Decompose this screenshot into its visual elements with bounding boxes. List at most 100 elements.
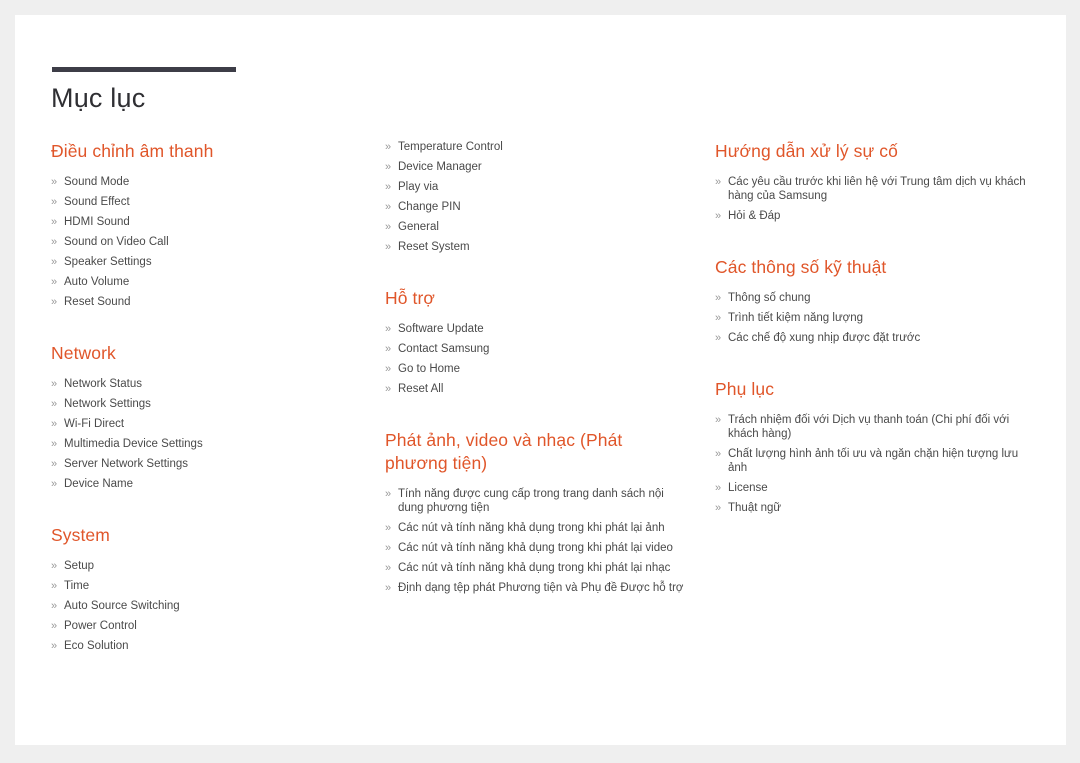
toc-entry[interactable]: » Sound Effect: [51, 195, 341, 209]
guillemet-bullet-icon: »: [51, 176, 58, 188]
toc-item-list: » Thông số chung » Trình tiết kiệm năng lượ…: [715, 291, 1033, 345]
guillemet-bullet-icon: »: [385, 221, 392, 233]
toc-entry[interactable]: » Sound Mode: [51, 175, 341, 189]
guillemet-bullet-icon: »: [51, 600, 58, 612]
guillemet-bullet-icon: »: [385, 542, 392, 554]
toc-item-list: » Sound Mode » Sound Effect » HDMI Sound » Soun…: [51, 175, 341, 309]
toc-entry[interactable]: » HDMI Sound: [51, 215, 341, 229]
toc-entry[interactable]: » Contact Samsung: [385, 342, 685, 356]
guillemet-bullet-icon: »: [715, 210, 722, 222]
toc-entry[interactable]: » Time: [51, 579, 341, 593]
toc-entry-label: Temperature Control: [398, 141, 503, 153]
toc-column-2: » Temperature Control » Device Manager » Play…: [385, 140, 685, 601]
toc-entry-label: Chất lượng hình ảnh tối ưu và ngăn chặn …: [728, 448, 1019, 474]
toc-entry[interactable]: » Trách nhiệm đối với Dịch vụ thanh toán …: [715, 413, 1033, 441]
toc-column-3: Hướng dẫn xử lý sự cố » Các yêu cầu trước …: [715, 140, 1033, 521]
toc-entry[interactable]: » Temperature Control: [385, 140, 685, 154]
guillemet-bullet-icon: »: [51, 216, 58, 228]
toc-entry[interactable]: » Các nút và tính năng khả dụng trong khi…: [385, 541, 685, 555]
toc-entry-label: Các nút và tính năng khả dụng trong khi …: [398, 542, 673, 554]
toc-entry[interactable]: » Các yêu cầu trước khi liên hệ với Trung…: [715, 175, 1033, 203]
page-title: Mục lục: [51, 83, 146, 113]
toc-entry-label: Trách nhiệm đối với Dịch vụ thanh toán (…: [728, 414, 1010, 440]
section-heading[interactable]: Hỗ trợ: [385, 287, 685, 310]
toc-entry[interactable]: » Reset All: [385, 382, 685, 396]
toc-entry[interactable]: » Trình tiết kiệm năng lượng: [715, 311, 1033, 325]
toc-section: Network» Network Status» Network Settings»…: [51, 342, 341, 491]
toc-entry[interactable]: » Eco Solution: [51, 639, 341, 653]
toc-entry[interactable]: » Thuật ngữ: [715, 501, 1033, 515]
toc-entry-label: Reset System: [398, 241, 470, 253]
toc-entry-label: Auto Volume: [64, 276, 130, 288]
toc-entry[interactable]: » Network Settings: [51, 397, 341, 411]
toc-section: Phát ảnh, video và nhạc (Phát phương tiệ…: [385, 429, 685, 595]
toc-entry[interactable]: » Setup: [51, 559, 341, 573]
toc-entry-label: Các chế độ xung nhịp được đặt trước: [728, 332, 921, 344]
toc-entry[interactable]: » Reset System: [385, 240, 685, 254]
guillemet-bullet-icon: »: [385, 363, 392, 375]
toc-entry-label: Multimedia Device Settings: [64, 438, 203, 450]
guillemet-bullet-icon: »: [385, 383, 392, 395]
toc-entry-label: Device Manager: [398, 161, 482, 173]
toc-entry-label: Server Network Settings: [64, 458, 188, 470]
toc-entry-label: Các nút và tính năng khả dụng trong khi …: [398, 522, 665, 534]
toc-entry[interactable]: » Speaker Settings: [51, 255, 341, 269]
toc-entry-label: Tính năng được cung cấp trong trang danh…: [398, 488, 664, 514]
toc-entry[interactable]: » Định dạng tệp phát Phương tiện và Phụ đ…: [385, 581, 685, 595]
guillemet-bullet-icon: »: [385, 582, 392, 594]
guillemet-bullet-icon: »: [51, 236, 58, 248]
toc-entry[interactable]: » Multimedia Device Settings: [51, 437, 341, 451]
section-heading[interactable]: System: [51, 524, 341, 547]
toc-item-list: » Các yêu cầu trước khi liên hệ với Trung…: [715, 175, 1033, 223]
section-heading[interactable]: Phụ lục: [715, 378, 1033, 401]
guillemet-bullet-icon: »: [715, 482, 722, 494]
toc-entry[interactable]: » Device Manager: [385, 160, 685, 174]
toc-entry[interactable]: » Network Status: [51, 377, 341, 391]
section-heading[interactable]: Các thông số kỹ thuật: [715, 256, 1033, 279]
toc-entry[interactable]: » Các nút và tính năng khả dụng trong khi…: [385, 521, 685, 535]
toc-entry[interactable]: » General: [385, 220, 685, 234]
toc-entry[interactable]: » Server Network Settings: [51, 457, 341, 471]
toc-entry[interactable]: » Auto Source Switching: [51, 599, 341, 613]
toc-entry[interactable]: » Auto Volume: [51, 275, 341, 289]
toc-entry[interactable]: » Thông số chung: [715, 291, 1033, 305]
section-heading[interactable]: Điều chỉnh âm thanh: [51, 140, 341, 163]
toc-entry-label: Play via: [398, 181, 439, 193]
toc-entry[interactable]: » Các nút và tính năng khả dụng trong khi…: [385, 561, 685, 575]
toc-entry[interactable]: » Play via: [385, 180, 685, 194]
toc-entry-label: Go to Home: [398, 363, 460, 375]
guillemet-bullet-icon: »: [51, 560, 58, 572]
document-page: Mục lục Điều chỉnh âm thanh » Sound Mode » S…: [15, 15, 1066, 745]
toc-entry[interactable]: » License: [715, 481, 1033, 495]
toc-entry[interactable]: » Software Update: [385, 322, 685, 336]
toc-entry-label: Trình tiết kiệm năng lượng: [728, 312, 863, 324]
toc-entry-label: Thông số chung: [728, 292, 811, 304]
toc-entry-label: Network Settings: [64, 398, 151, 410]
guillemet-bullet-icon: »: [51, 478, 58, 490]
toc-entry[interactable]: » Chất lượng hình ảnh tối ưu và ngăn chặn…: [715, 447, 1033, 475]
toc-entry[interactable]: » Reset Sound: [51, 295, 341, 309]
toc-entry[interactable]: » Device Name: [51, 477, 341, 491]
toc-section: System» Setup» Time» Auto Source Switching»…: [51, 524, 341, 653]
toc-entry[interactable]: » Go to Home: [385, 362, 685, 376]
toc-entry[interactable]: » Power Control: [51, 619, 341, 633]
toc-entry[interactable]: » Wi-Fi Direct: [51, 417, 341, 431]
guillemet-bullet-icon: »: [51, 580, 58, 592]
section-heading[interactable]: Phát ảnh, video và nhạc (Phát phương tiệ…: [385, 429, 685, 475]
toc-item-list: » Network Status » Network Settings » Wi-Fi D…: [51, 377, 341, 491]
toc-entry[interactable]: » Tính năng được cung cấp trong trang dan…: [385, 487, 685, 515]
toc-item-list: » Setup » Time » Auto Source Switching » Power …: [51, 559, 341, 653]
toc-entry-label: Time: [64, 580, 90, 592]
toc-entry[interactable]: » Change PIN: [385, 200, 685, 214]
section-heading[interactable]: Hướng dẫn xử lý sự cố: [715, 140, 1033, 163]
toc-item-list: » Tính năng được cung cấp trong trang dan…: [385, 487, 685, 595]
guillemet-bullet-icon: »: [385, 201, 392, 213]
guillemet-bullet-icon: »: [385, 343, 392, 355]
section-heading[interactable]: Network: [51, 342, 341, 365]
toc-entry[interactable]: » Các chế độ xung nhịp được đặt trước: [715, 331, 1033, 345]
toc-entry[interactable]: » Sound on Video Call: [51, 235, 341, 249]
guillemet-bullet-icon: »: [715, 502, 722, 514]
toc-entry-label: Các nút và tính năng khả dụng trong khi …: [398, 562, 671, 574]
toc-entry[interactable]: » Hỏi & Đáp: [715, 209, 1033, 223]
guillemet-bullet-icon: »: [385, 161, 392, 173]
